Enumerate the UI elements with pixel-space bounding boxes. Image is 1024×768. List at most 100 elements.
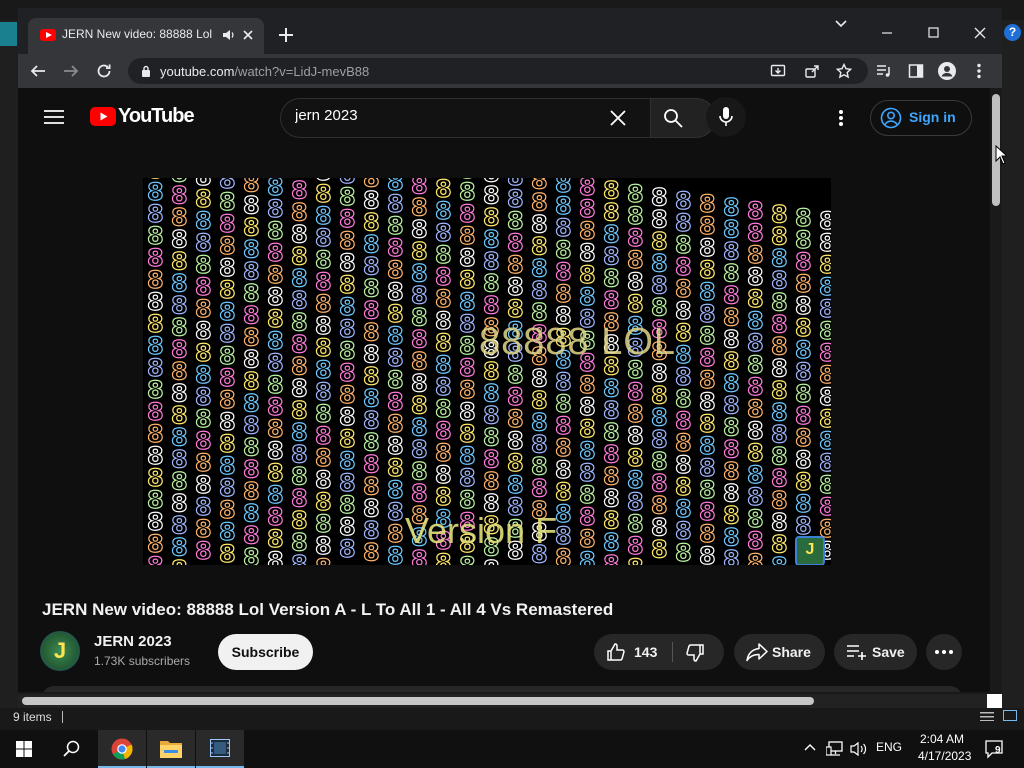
svg-text:8: 8 [459,552,476,565]
explorer-nav-pane [0,20,18,710]
explorer-item-count: 9 items [13,710,52,724]
description-box[interactable] [42,686,962,692]
volume-icon[interactable] [850,741,868,757]
svg-text:8: 8 [243,544,260,565]
close-window-button[interactable] [956,18,1002,48]
details-view-icon[interactable] [980,711,994,721]
reload-icon[interactable] [96,63,112,79]
more-actions-button[interactable] [926,634,962,670]
search-icon [663,108,683,128]
svg-text:8: 8 [579,547,596,565]
save-label: Save [872,644,905,660]
svg-text:8: 8 [483,556,500,565]
svg-text:8: 8 [747,549,764,565]
chrome-window: JERN New video: 88888 Lol Version A - L … [18,8,1002,692]
close-tab-icon[interactable] [242,29,254,41]
folder-icon [160,739,182,758]
url-path: /watch?v=LidJ-mevB88 [234,64,370,79]
video-frame-image: 8 8 8 8 8 8 8 8 8 8 8 8 88 8 8 8 8 8 8 8 8 8 8 8 8 8 8 8 8 8 8 88 8 8 8 8 8 8… [146,178,831,565]
youtube-logo-text[interactable]: YouTube [118,105,195,128]
voice-search-button[interactable] [706,97,746,137]
taskbar-search-button[interactable] [48,730,96,768]
settings-more-icon[interactable] [838,109,844,127]
svg-text:8: 8 [195,537,212,565]
help-icon[interactable]: ? [1004,24,1021,41]
maximize-button[interactable] [910,18,956,48]
sign-in-label: Sign in [909,109,956,125]
film-icon [210,739,230,757]
search-icon [63,740,81,758]
youtube-logo-icon[interactable] [90,107,116,126]
youtube-page: YouTube jern 2023 Sign in 8 8 8 8 8 8 8 … [18,88,1002,692]
search-input[interactable] [295,107,595,124]
sign-in-button[interactable]: Sign in [870,100,972,136]
svg-text:8: 8 [339,535,356,563]
clock-date[interactable]: 4/17/2023 [918,749,971,763]
svg-text:8: 8 [363,539,380,565]
channel-name[interactable]: JERN 2023 [94,633,172,650]
video-title: JERN New video: 88888 Lol Version A - L … [42,600,614,619]
address-bar[interactable]: youtube.com/watch?v=LidJ-mevB88 [128,58,868,84]
explorer-folder-icon [0,22,17,46]
clock-time[interactable]: 2:04 AM [918,732,966,746]
share-page-icon[interactable] [804,63,820,79]
url-text[interactable]: youtube.com/watch?v=LidJ-mevB88 [160,64,369,79]
new-tab-icon[interactable] [278,27,294,43]
status-separator [62,711,63,723]
media-controls-icon[interactable] [876,63,892,79]
install-app-icon[interactable] [770,63,786,79]
dislike-button[interactable] [673,634,724,670]
svg-text:8: 8 [267,547,284,565]
lock-icon[interactable] [141,65,151,77]
thumbnail-view-icon[interactable] [1003,710,1017,721]
like-button[interactable]: 143 [594,634,672,670]
svg-text:8: 8 [675,539,692,565]
subscribe-button[interactable]: Subscribe [218,634,313,670]
share-arrow-icon [746,642,768,662]
explorer-status-bar [0,708,1024,730]
explorer-right-edge [1002,20,1024,710]
svg-text:8: 8 [147,552,164,565]
account-icon [880,107,902,129]
like-count: 143 [634,644,658,660]
add-to-playlist-icon [846,643,868,661]
taskbar-file-explorer[interactable] [147,730,195,768]
video-player[interactable]: 8888888888888888888888888888888888888888… [143,178,831,565]
profile-icon[interactable] [938,62,956,80]
minimize-button[interactable] [864,18,910,48]
tab-youtube-video[interactable]: JERN New video: 88888 Lol Version A - L … [28,18,264,54]
network-icon[interactable] [826,741,844,757]
tray-overflow-chevron-icon[interactable] [804,743,816,751]
taskbar-chrome[interactable] [98,730,146,768]
channel-avatar[interactable]: J [40,631,80,671]
svg-text:8: 8 [771,552,788,565]
svg-text:8: 8 [651,535,668,563]
input-language[interactable]: ENG [876,740,902,754]
thumbs-down-icon [685,643,705,663]
share-button[interactable]: Share [734,634,825,670]
like-dislike-group: 143 [594,634,724,670]
start-button[interactable] [0,730,48,768]
chrome-menu-icon[interactable] [976,63,982,79]
taskbar-video-app[interactable] [196,730,244,768]
channel-watermark[interactable]: J [795,536,825,565]
youtube-masthead: YouTube jern 2023 Sign in [18,88,992,148]
hamburger-menu-icon[interactable] [44,109,64,125]
bookmark-star-icon[interactable] [836,63,852,79]
video-overlay-text: 88888 LOL [479,321,677,363]
save-button[interactable]: Save [834,634,917,670]
speaker-icon[interactable] [222,28,236,42]
tab-search-chevron-icon[interactable] [834,19,848,29]
side-panel-icon[interactable] [908,63,924,79]
explorer-scroll-corner [987,694,1002,709]
url-host: youtube.com [160,64,235,79]
windows-taskbar: ENG 2:04 AM 4/17/2023 9 [0,730,1024,768]
search-box[interactable] [280,98,651,138]
notifications-icon[interactable] [984,739,1004,759]
svg-text:8: 8 [291,550,308,565]
forward-arrow-icon[interactable] [63,63,79,79]
video-version-text: Version F [405,510,558,551]
explorer-scroll-thumb[interactable] [22,697,814,705]
back-arrow-icon[interactable] [30,63,46,79]
clear-search-icon[interactable] [609,109,627,127]
